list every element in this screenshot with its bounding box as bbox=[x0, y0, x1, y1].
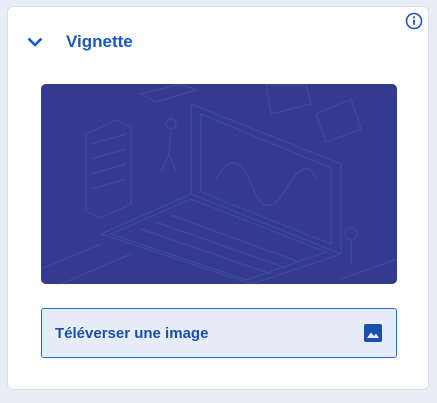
chevron-down-icon bbox=[27, 37, 43, 47]
upload-image-button[interactable]: Téléverser une image bbox=[41, 308, 397, 358]
upload-image-label: Téléverser une image bbox=[55, 324, 209, 342]
image-icon bbox=[364, 324, 382, 342]
info-circle-icon[interactable] bbox=[405, 12, 423, 30]
panel-header-toggle[interactable]: Vignette bbox=[26, 29, 133, 55]
thumbnail-image bbox=[41, 84, 397, 284]
thumbnail-panel: Vignette Téléverser une image bbox=[7, 6, 429, 390]
panel-title: Vignette bbox=[66, 32, 133, 51]
